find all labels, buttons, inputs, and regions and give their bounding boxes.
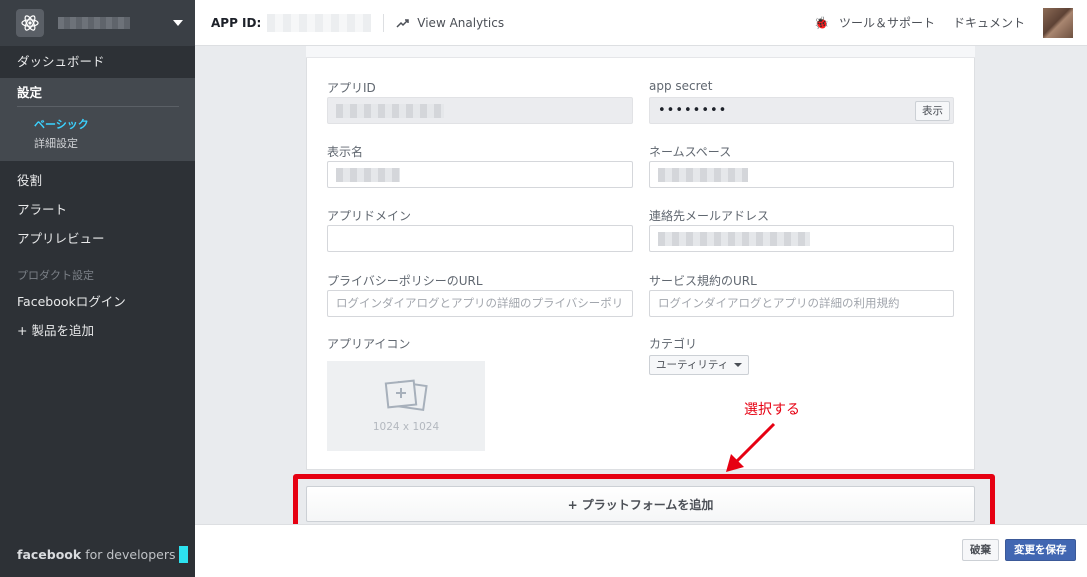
terms-url-field: サービス規約のURL ログインダイアログとアプリの詳細の利用規約 — [649, 272, 954, 317]
field-label: サービス規約のURL — [649, 274, 757, 288]
top-bar: APP ID: View Analytics 🐞 ツール＆サポート ドキュメント — [195, 0, 1087, 46]
contact-email-field: 連絡先メールアドレス — [649, 207, 954, 252]
atom-icon — [16, 9, 44, 37]
sidebar-nav: ダッシュボード 設定 ベーシック 詳細設定 役割 アラート アプリレビュー プロ… — [0, 46, 195, 345]
display-name-input[interactable] — [327, 161, 633, 188]
bottom-action-bar — [195, 524, 1087, 577]
show-secret-button[interactable]: 表示 — [915, 101, 950, 121]
annotation-arrow-icon — [726, 422, 776, 472]
icon-size-hint: 1024 x 1024 — [372, 421, 440, 433]
terms-url-input[interactable]: ログインダイアログとアプリの詳細の利用規約 — [649, 290, 954, 317]
redacted-value — [336, 167, 400, 182]
category-select[interactable]: ユーティリティ — [649, 354, 750, 375]
annotation-label: 選択する — [744, 402, 800, 418]
avatar[interactable] — [1043, 7, 1073, 38]
category-value: ユーティリティ — [656, 359, 729, 371]
field-label: アプリドメイン — [327, 209, 412, 223]
image-upload-icon — [384, 379, 428, 411]
chevron-down-icon[interactable] — [173, 20, 183, 26]
app-icon-field: アプリアイコン 1024 x 1024 — [327, 335, 485, 451]
sidebar-item-roles[interactable]: 役割 — [0, 166, 195, 195]
sidebar-item-settings[interactable]: 設定 — [0, 78, 195, 106]
redacted-value — [658, 231, 810, 246]
sidebar-subitem-advanced[interactable]: 詳細設定 — [0, 134, 195, 153]
top-right-links: 🐞 ツール＆サポート ドキュメント — [814, 7, 1087, 38]
panel-header-strip — [306, 46, 975, 58]
field-label: カテゴリ — [649, 337, 698, 351]
field-label: 表示名 — [327, 145, 364, 159]
view-analytics-label: View Analytics — [417, 15, 505, 30]
sidebar-settings-group: 設定 ベーシック 詳細設定 — [0, 78, 195, 161]
sidebar-item-alerts[interactable]: アラート — [0, 195, 195, 224]
namespace-field: ネームスペース — [649, 143, 954, 188]
divider — [17, 106, 179, 107]
sidebar-subitem-basic[interactable]: ベーシック — [0, 115, 195, 134]
app-domain-field: アプリドメイン — [327, 207, 633, 252]
field-label: プライバシーポリシーのURL — [327, 274, 483, 288]
field-label: 連絡先メールアドレス — [649, 209, 770, 223]
footer-suffix: for developers — [85, 547, 176, 562]
trend-up-icon — [396, 18, 410, 28]
bug-icon[interactable]: 🐞 — [814, 16, 829, 30]
caret-down-icon — [734, 362, 743, 367]
docs-link[interactable]: ドキュメント — [953, 14, 1025, 31]
category-field: カテゴリ ユーティリティ — [649, 335, 750, 375]
divider — [383, 13, 385, 32]
privacy-url-field: プライバシーポリシーのURL ログインダイアログとアプリの詳細のプライバシーポリ — [327, 272, 633, 317]
field-label: ネームスペース — [649, 145, 732, 159]
field-label: app secret — [649, 79, 713, 93]
contact-email-input[interactable] — [649, 225, 954, 252]
sidebar-item-add-product[interactable]: + 製品を追加 — [0, 316, 195, 345]
text-cursor — [179, 546, 189, 563]
sidebar: ダッシュボード 設定 ベーシック 詳細設定 役割 アラート アプリレビュー プロ… — [0, 0, 195, 577]
save-changes-button[interactable]: 変更を保存 — [1005, 539, 1076, 561]
field-label: アプリアイコン — [327, 337, 411, 351]
app-icon-upload[interactable]: 1024 x 1024 — [327, 361, 485, 451]
footer-logo[interactable]: facebook for developers — [17, 546, 189, 563]
sidebar-item-facebook-login[interactable]: Facebookログイン — [0, 287, 195, 316]
app-id-redacted — [267, 13, 372, 32]
privacy-url-input[interactable]: ログインダイアログとアプリの詳細のプライバシーポリ — [327, 290, 633, 317]
discard-button[interactable]: 破棄 — [962, 539, 999, 561]
app-secret-input[interactable]: •••••••• 表示 — [649, 97, 954, 124]
sidebar-section-products: プロダクト設定 — [17, 269, 94, 282]
tools-support-link[interactable]: ツール＆サポート — [839, 14, 935, 31]
view-analytics-link[interactable]: View Analytics — [396, 16, 504, 30]
redacted-value — [658, 167, 748, 182]
field-label: アプリID — [327, 81, 376, 95]
namespace-input[interactable] — [649, 161, 954, 188]
display-name-field: 表示名 — [327, 143, 633, 188]
app-id-label: APP ID: — [211, 15, 262, 30]
footer-brand: facebook — [17, 547, 82, 562]
app-secret-value: •••••••• — [658, 103, 728, 118]
redacted-value — [336, 103, 444, 118]
app-switcher[interactable] — [0, 0, 195, 46]
app-id-input[interactable] — [327, 97, 633, 124]
add-platform-button[interactable]: + プラットフォームを追加 — [306, 486, 975, 522]
app-name-redacted — [58, 17, 130, 29]
app-domain-input[interactable] — [327, 225, 633, 252]
sidebar-item-app-review[interactable]: アプリレビュー — [0, 224, 195, 253]
app-id-field: アプリID — [327, 79, 633, 124]
app-secret-field: app secret •••••••• 表示 — [649, 79, 954, 124]
sidebar-item-dashboard[interactable]: ダッシュボード — [0, 46, 195, 78]
